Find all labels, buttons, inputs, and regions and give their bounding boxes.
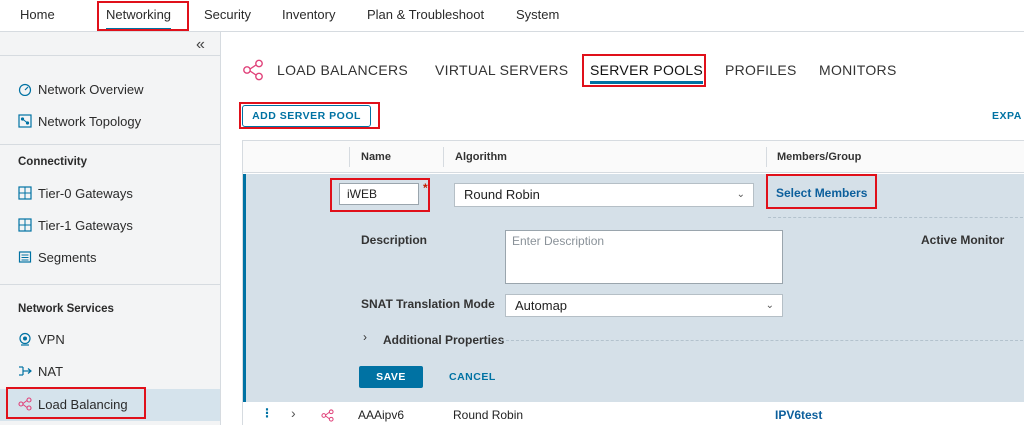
nav-security[interactable]: Security: [204, 0, 251, 32]
nav-plan-troubleshoot[interactable]: Plan & Troubleshoot: [367, 0, 484, 32]
server-pool-edit-panel: iWEB * Round Robin ⌄ Select Members Desc…: [243, 174, 1024, 402]
snat-translation-mode-label: SNAT Translation Mode: [361, 297, 495, 311]
column-header-algorithm[interactable]: Algorithm: [455, 151, 507, 163]
sidebar-item-label: Tier-1 Gateways: [38, 218, 133, 233]
tab-virtual-servers[interactable]: VIRTUAL SERVERS: [435, 62, 568, 78]
additional-properties-toggle[interactable]: Additional Properties: [383, 333, 504, 347]
dotted-divider: [496, 340, 1024, 341]
chevron-right-icon[interactable]: ›: [363, 330, 367, 344]
sidebar-section-connectivity: Connectivity: [18, 156, 88, 168]
row-algorithm: Round Robin: [453, 408, 524, 422]
sidebar-item-label: Segments: [38, 250, 97, 265]
nav-system[interactable]: System: [516, 0, 559, 32]
algorithm-select-value: Round Robin: [464, 187, 540, 202]
sidebar-item-load-balancing[interactable]: Load Balancing: [0, 389, 220, 421]
sidebar-item-network-overview[interactable]: Network Overview: [0, 74, 220, 106]
sidebar: « Network Overview Network Topology Conn…: [0, 32, 221, 425]
grid-header: Name Algorithm Members/Group: [243, 141, 1024, 173]
gateway-icon: [18, 218, 32, 232]
server-pool-grid: Name Algorithm Members/Group iWEB * Roun…: [242, 140, 1024, 425]
gauge-icon: [18, 83, 32, 96]
tab-monitors[interactable]: MONITORS: [819, 62, 897, 78]
sidebar-item-label: Tier-0 Gateways: [38, 186, 133, 201]
gateway-icon: [18, 186, 32, 200]
tab-bar: LOAD BALANCERS VIRTUAL SERVERS SERVER PO…: [222, 32, 1024, 92]
top-nav: Home Networking Security Inventory Plan …: [0, 0, 1024, 32]
nat-arrow-icon: [19, 366, 32, 376]
vpn-icon: [19, 332, 31, 346]
description-textarea[interactable]: Enter Description: [505, 230, 783, 284]
save-button[interactable]: SAVE: [359, 366, 423, 388]
chevron-down-icon: ⌄: [736, 189, 745, 200]
segments-icon: [18, 251, 32, 263]
sidebar-item-label: NAT: [38, 364, 64, 379]
column-separator: [766, 147, 767, 167]
active-monitor-label: Active Monitor: [921, 233, 1005, 247]
main-content: LOAD BALANCERS VIRTUAL SERVERS SERVER PO…: [222, 32, 1024, 425]
nav-home[interactable]: Home: [20, 0, 55, 32]
sidebar-item-nat[interactable]: NAT: [0, 356, 220, 388]
tab-load-balancers[interactable]: LOAD BALANCERS: [277, 62, 408, 78]
dotted-divider: [768, 217, 1024, 218]
sidebar-item-label: Network Topology: [38, 114, 142, 129]
description-label: Description: [361, 233, 428, 247]
tab-profiles[interactable]: PROFILES: [725, 62, 797, 78]
pool-name-input[interactable]: iWEB: [339, 183, 419, 205]
load-balancer-icon: [18, 397, 32, 411]
chevron-down-icon: ⌄: [765, 300, 774, 311]
column-separator: [349, 147, 350, 167]
cancel-button[interactable]: CANCEL: [449, 371, 496, 383]
nav-networking[interactable]: Networking: [106, 0, 172, 31]
sidebar-item-network-topology[interactable]: Network Topology: [0, 106, 220, 138]
sidebar-divider: [0, 55, 220, 56]
select-members-link[interactable]: Select Members: [776, 186, 867, 200]
snat-mode-select[interactable]: Automap ⌄: [505, 294, 783, 317]
tab-server-pools[interactable]: SERVER POOLS: [590, 62, 704, 84]
add-server-pool-button[interactable]: ADD SERVER POOL: [242, 105, 371, 127]
sidebar-item-label: Load Balancing: [38, 397, 128, 412]
collapse-sidebar-icon[interactable]: «: [196, 36, 205, 54]
sidebar-divider: [0, 284, 220, 285]
row-actions-icon[interactable]: ⋮: [261, 406, 273, 420]
snat-mode-select-value: Automap: [515, 298, 568, 313]
expand-all-link[interactable]: EXPA: [992, 110, 1022, 122]
topology-icon: [18, 114, 32, 128]
algorithm-select[interactable]: Round Robin ⌄: [454, 183, 754, 207]
column-header-name[interactable]: Name: [361, 151, 391, 163]
sidebar-item-label: Network Overview: [38, 82, 144, 97]
table-row[interactable]: ⋮ › AAAipv6 Round Robin IPV6test: [243, 403, 1024, 425]
column-separator: [443, 147, 444, 167]
sidebar-section-network-services: Network Services: [18, 303, 114, 315]
required-marker: *: [423, 181, 428, 195]
column-header-members[interactable]: Members/Group: [777, 151, 861, 163]
sidebar-divider: [0, 144, 220, 145]
sidebar-item-vpn[interactable]: VPN: [0, 324, 220, 356]
row-name: AAAipv6: [358, 408, 405, 422]
nav-inventory[interactable]: Inventory: [282, 0, 335, 32]
sidebar-item-segments[interactable]: Segments: [0, 242, 220, 274]
sidebar-item-label: VPN: [38, 332, 65, 347]
load-balancer-icon: [243, 59, 263, 81]
row-members-link[interactable]: IPV6test: [775, 408, 822, 422]
sidebar-item-tier1-gateways[interactable]: Tier-1 Gateways: [0, 210, 220, 242]
load-balancer-icon: [321, 409, 334, 422]
expand-row-icon[interactable]: ›: [291, 405, 296, 421]
sidebar-item-tier0-gateways[interactable]: Tier-0 Gateways: [0, 178, 220, 210]
